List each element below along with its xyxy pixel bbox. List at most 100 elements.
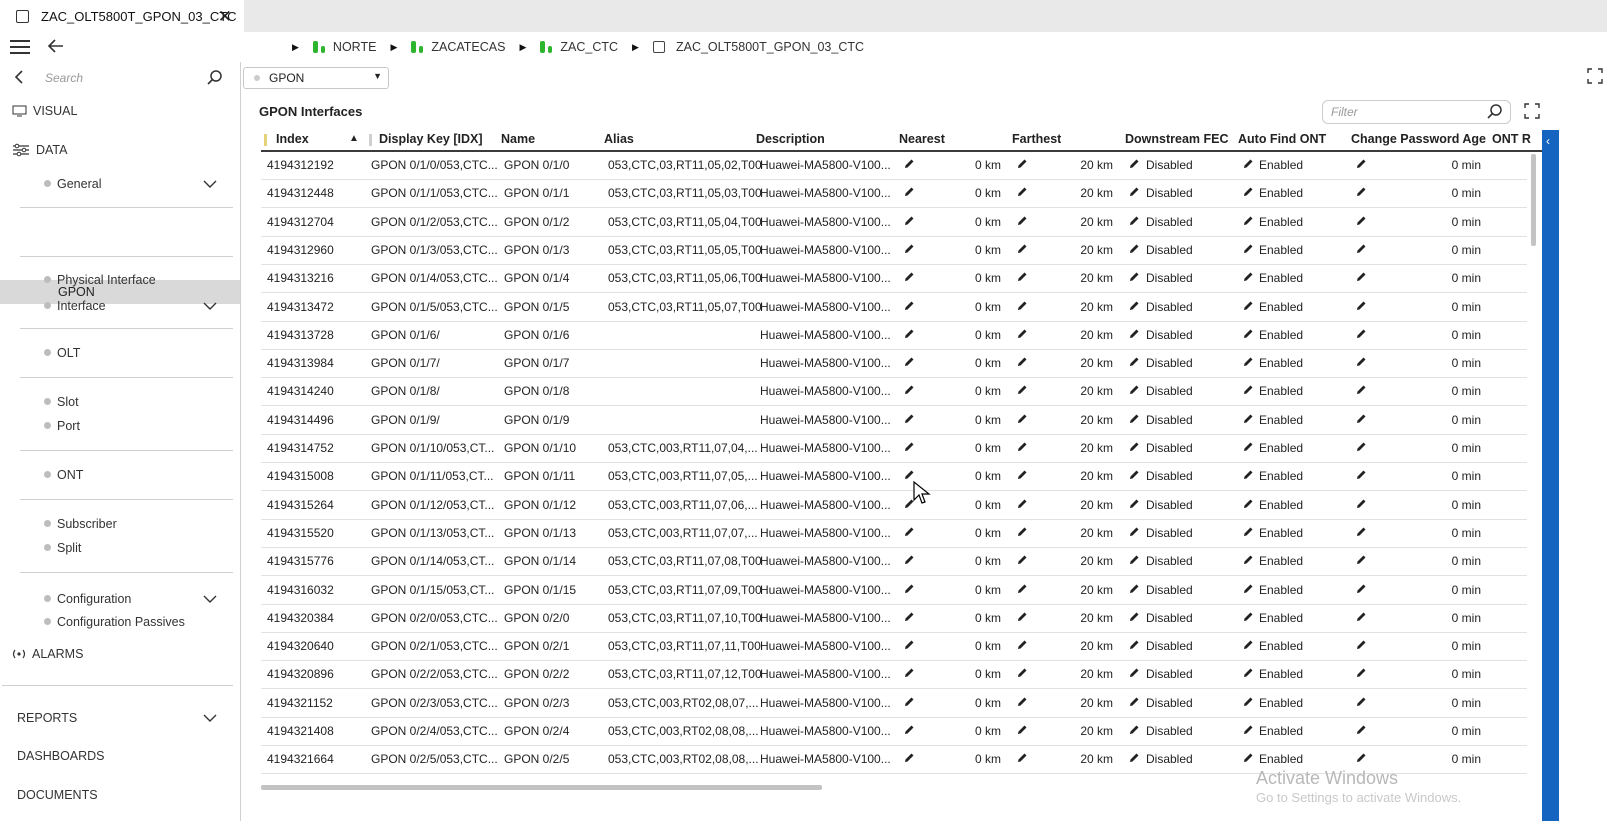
column-header-index[interactable]: Index: [276, 132, 309, 146]
edit-pencil-icon[interactable]: [903, 583, 915, 595]
edit-pencil-icon[interactable]: [903, 441, 915, 453]
column-header-alias[interactable]: Alias: [604, 132, 634, 146]
edit-pencil-icon[interactable]: [903, 413, 915, 425]
column-header-display-key[interactable]: Display Key [IDX]: [379, 132, 483, 146]
edit-pencil-icon[interactable]: [1242, 498, 1254, 510]
edit-pencil-icon[interactable]: [903, 158, 915, 170]
edit-pencil-icon[interactable]: [1355, 441, 1367, 453]
edit-pencil-icon[interactable]: [1242, 583, 1254, 595]
sidebar-item-data[interactable]: DATA: [0, 143, 240, 157]
edit-pencil-icon[interactable]: [1355, 724, 1367, 736]
edit-pencil-icon[interactable]: [903, 752, 915, 764]
edit-pencil-icon[interactable]: [903, 271, 915, 283]
edit-pencil-icon[interactable]: [903, 554, 915, 566]
search-icon[interactable]: [1486, 103, 1504, 121]
edit-pencil-icon[interactable]: [1128, 300, 1140, 312]
sidebar-item-configuration-passives[interactable]: Configuration Passives: [0, 614, 240, 630]
breadcrumb-item-zacatecas[interactable]: ZACATECAS: [411, 40, 505, 54]
edit-pencil-icon[interactable]: [1355, 667, 1367, 679]
table-row[interactable]: 4194314240 GPON 0/1/8/GPON 0/1/8 Huawei-MA…: [261, 377, 1527, 407]
edit-pencil-icon[interactable]: [903, 611, 915, 623]
chevron-down-icon[interactable]: [203, 180, 217, 188]
edit-pencil-icon[interactable]: [1128, 186, 1140, 198]
sidebar-item-interface[interactable]: Interface: [0, 298, 240, 314]
edit-pencil-icon[interactable]: [903, 356, 915, 368]
column-header-nearest[interactable]: Nearest: [899, 132, 945, 146]
edit-pencil-icon[interactable]: [1242, 158, 1254, 170]
edit-pencil-icon[interactable]: [1128, 328, 1140, 340]
table-row[interactable]: 4194320384 GPON 0/2/0/053,CTC... GPON 0/2/…: [261, 604, 1527, 633]
browser-tab[interactable]: ZAC_OLT5800T_GPON_03_CTC ✕: [0, 0, 244, 32]
sidebar-item-general[interactable]: General: [0, 176, 240, 192]
fullscreen-icon[interactable]: [1587, 68, 1603, 84]
edit-pencil-icon[interactable]: [903, 639, 915, 651]
edit-pencil-icon[interactable]: [1128, 469, 1140, 481]
edit-pencil-icon[interactable]: [1242, 186, 1254, 198]
edit-pencil-icon[interactable]: [1242, 328, 1254, 340]
edit-pencil-icon[interactable]: [1128, 271, 1140, 283]
column-header-ont-r[interactable]: ONT R: [1492, 132, 1534, 146]
table-row[interactable]: 4194315776 GPON 0/1/14/053,CT... GPON 0/1/…: [261, 547, 1527, 577]
edit-pencil-icon[interactable]: [1242, 752, 1254, 764]
breadcrumb-item-device[interactable]: ZAC_OLT5800T_GPON_03_CTC: [652, 40, 864, 54]
edit-pencil-icon[interactable]: [1016, 554, 1028, 566]
edit-pencil-icon[interactable]: [1016, 215, 1028, 227]
edit-pencil-icon[interactable]: [1355, 554, 1367, 566]
breadcrumb-item-zac-ctc[interactable]: ZAC_CTC: [540, 40, 618, 54]
sidebar-item-physical-interface[interactable]: Physical Interface: [0, 272, 240, 288]
edit-pencil-icon[interactable]: [903, 328, 915, 340]
edit-pencil-icon[interactable]: [1016, 752, 1028, 764]
vertical-scrollbar[interactable]: [1531, 154, 1536, 246]
edit-pencil-icon[interactable]: [1242, 696, 1254, 708]
table-row[interactable]: 4194321408 GPON 0/2/4/053,CTC... GPON 0/2/…: [261, 717, 1527, 746]
edit-pencil-icon[interactable]: [1128, 384, 1140, 396]
chevron-left-icon[interactable]: ‹: [1546, 134, 1550, 148]
tab-close-icon[interactable]: ✕: [218, 7, 232, 27]
edit-pencil-icon[interactable]: [903, 384, 915, 396]
sidebar-item-subscriber[interactable]: Subscriber: [0, 516, 240, 532]
edit-pencil-icon[interactable]: [903, 526, 915, 538]
edit-pencil-icon[interactable]: [1242, 271, 1254, 283]
fullscreen-table-icon[interactable]: [1524, 103, 1540, 119]
search-icon[interactable]: [206, 69, 224, 87]
edit-pencil-icon[interactable]: [1016, 667, 1028, 679]
edit-pencil-icon[interactable]: [1128, 243, 1140, 255]
edit-pencil-icon[interactable]: [1355, 158, 1367, 170]
edit-pencil-icon[interactable]: [1355, 469, 1367, 481]
column-header-change-password-age[interactable]: Change Password Age: [1351, 132, 1486, 146]
hamburger-menu-icon[interactable]: [10, 40, 30, 54]
edit-pencil-icon[interactable]: [1016, 639, 1028, 651]
edit-pencil-icon[interactable]: [1128, 639, 1140, 651]
edit-pencil-icon[interactable]: [1242, 215, 1254, 227]
edit-pencil-icon[interactable]: [1355, 611, 1367, 623]
table-row[interactable]: 4194321152 GPON 0/2/3/053,CTC... GPON 0/2/…: [261, 689, 1527, 718]
edit-pencil-icon[interactable]: [903, 667, 915, 679]
edit-pencil-icon[interactable]: [1016, 356, 1028, 368]
edit-pencil-icon[interactable]: [1242, 554, 1254, 566]
edit-pencil-icon[interactable]: [1016, 186, 1028, 198]
sidebar-item-ont[interactable]: ONT: [0, 467, 240, 483]
chevron-down-icon[interactable]: [203, 302, 217, 310]
sidebar-item-alarms[interactable]: ALARMS: [0, 645, 240, 663]
edit-pencil-icon[interactable]: [903, 724, 915, 736]
sidebar-item-split[interactable]: Split: [0, 540, 240, 556]
edit-pencil-icon[interactable]: [1128, 356, 1140, 368]
edit-pencil-icon[interactable]: [1355, 271, 1367, 283]
edit-pencil-icon[interactable]: [1016, 441, 1028, 453]
edit-pencil-icon[interactable]: [1242, 384, 1254, 396]
sidebar-item-documents[interactable]: DOCUMENTS: [0, 786, 240, 804]
edit-pencil-icon[interactable]: [1016, 696, 1028, 708]
edit-pencil-icon[interactable]: [1128, 554, 1140, 566]
sidebar-item-slot[interactable]: Slot: [0, 394, 240, 410]
edit-pencil-icon[interactable]: [903, 300, 915, 312]
sidebar-item-dashboards[interactable]: DASHBOARDS: [0, 747, 240, 765]
edit-pencil-icon[interactable]: [1242, 413, 1254, 425]
sidebar-search-input[interactable]: Search: [38, 67, 228, 89]
edit-pencil-icon[interactable]: [1128, 215, 1140, 227]
column-header-farthest[interactable]: Farthest: [1012, 132, 1061, 146]
sidebar-item-configuration[interactable]: Configuration: [0, 591, 240, 607]
column-header-auto-find-ont[interactable]: Auto Find ONT: [1238, 132, 1326, 146]
edit-pencil-icon[interactable]: [1016, 271, 1028, 283]
table-row[interactable]: 4194312448 GPON 0/1/1/053,CTC... GPON 0/1/…: [261, 179, 1527, 209]
table-row[interactable]: 4194320896 GPON 0/2/2/053,CTC... GPON 0/2/…: [261, 660, 1527, 690]
